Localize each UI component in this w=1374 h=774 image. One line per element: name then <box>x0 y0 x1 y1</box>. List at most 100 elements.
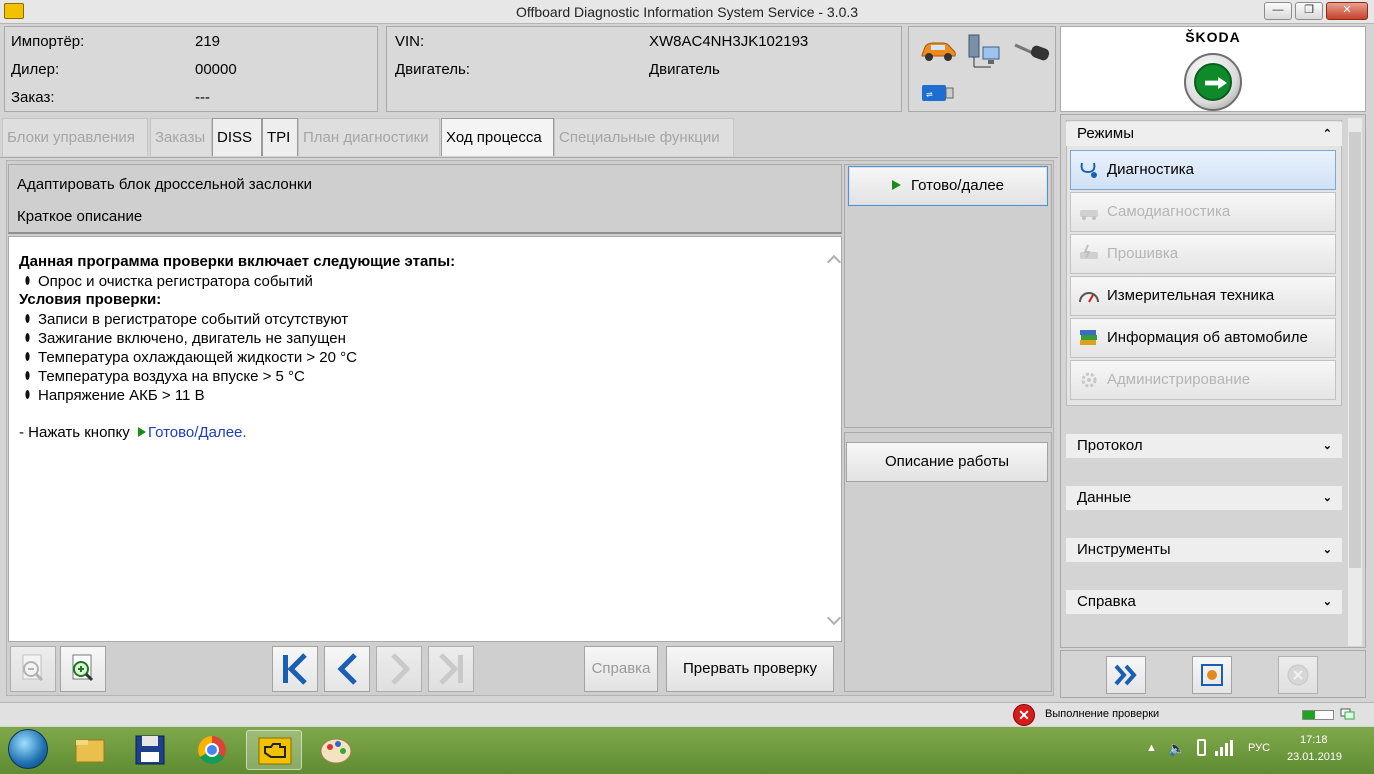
scroll-down-icon[interactable] <box>826 610 842 626</box>
paint-icon <box>320 738 352 764</box>
start-orb-icon[interactable] <box>8 729 48 769</box>
back-icon <box>337 653 357 685</box>
mode-administration[interactable]: Администрирование <box>1070 360 1336 400</box>
vin-label: VIN: <box>395 33 425 50</box>
mode-flashing[interactable]: Прошивка <box>1070 234 1336 274</box>
list-item: Температура охлаждающей жидкости > 20 °C <box>19 349 357 366</box>
forward-icon <box>391 653 411 685</box>
tab-progress[interactable]: Ход процесса <box>441 118 554 156</box>
first-step-button[interactable] <box>272 646 318 692</box>
last-icon <box>439 653 463 685</box>
modes-header[interactable]: Режимы ⌃ <box>1066 122 1342 146</box>
connection-icons-panel: ⇌ <box>908 26 1056 112</box>
brand-name: ŠKODA <box>1185 29 1241 45</box>
clock-time[interactable]: 17:18 <box>1300 734 1328 746</box>
usb-icon[interactable]: ⇌ <box>921 83 955 103</box>
explorer-icon <box>75 739 105 763</box>
protocol-section-header[interactable]: Протокол ⌄ <box>1066 434 1342 458</box>
tray-expand-icon[interactable]: ▲ <box>1146 742 1157 754</box>
gauge-icon <box>1079 292 1099 303</box>
scroll-up-icon[interactable] <box>826 254 842 270</box>
window-title: Offboard Diagnostic Information System S… <box>515 4 859 20</box>
chevron-down-icon: ⌄ <box>1322 544 1332 556</box>
sidebar-scroll-thumb[interactable] <box>1349 132 1361 568</box>
list-item: Температура воздуха на впуске > 5 °C <box>19 368 305 385</box>
zoom-in-button[interactable] <box>60 646 106 692</box>
vin-value: XW8AC4NH3JK102193 <box>649 33 809 50</box>
help-button[interactable]: Справка <box>584 646 658 692</box>
tools-section-header[interactable]: Инструменты ⌄ <box>1066 538 1342 562</box>
taskbar-chrome[interactable] <box>184 730 240 770</box>
list-item: Зажигание включено, двигатель не запущен <box>19 330 346 347</box>
svg-text:⇌: ⇌ <box>926 90 933 99</box>
mode-measurement[interactable]: Измерительная техника <box>1070 276 1336 316</box>
forward-fast-button[interactable] <box>1106 656 1146 694</box>
error-icon[interactable]: ✕ <box>1013 704 1035 726</box>
close-circle-icon <box>1287 664 1309 686</box>
conditions-heading: Условия проверки: <box>19 291 162 308</box>
mode-diagnostics[interactable]: Диагностика <box>1070 150 1336 190</box>
back-button[interactable] <box>324 646 370 692</box>
ready-next-link[interactable]: Готово/Далее. <box>148 424 247 441</box>
last-step-button[interactable] <box>428 646 474 692</box>
title-bar: Offboard Diagnostic Information System S… <box>0 0 1374 24</box>
minimize-button[interactable]: — <box>1264 2 1292 20</box>
network-icon[interactable] <box>967 33 1003 71</box>
data-section-header[interactable]: Данные ⌄ <box>1066 486 1342 510</box>
taskbar-odis[interactable] <box>246 730 302 770</box>
taskbar-paint[interactable] <box>308 730 364 770</box>
dealer-value: 00000 <box>195 61 237 78</box>
screenshot-button[interactable] <box>1192 656 1232 694</box>
tab-orders[interactable]: Заказы <box>150 118 212 156</box>
dealer-info-panel: Импортёр: 219 Дилер: 00000 Заказ: --- <box>4 26 378 112</box>
exit-button[interactable] <box>1278 656 1318 694</box>
status-bar <box>0 702 1374 726</box>
order-value: --- <box>195 89 210 106</box>
car-icon[interactable] <box>919 37 957 63</box>
car-flash-icon <box>1080 244 1098 259</box>
list-item: Записи в регистраторе событий отсутствую… <box>19 311 348 328</box>
abort-test-button[interactable]: Прервать проверку <box>666 646 834 692</box>
mode-self-diagnostics[interactable]: Самодиагностика <box>1070 192 1336 232</box>
procedure-header: Адаптировать блок дроссельной заслонки К… <box>8 164 842 234</box>
zoom-out-button[interactable] <box>10 646 56 692</box>
status-text: Выполнение проверки <box>1045 708 1160 720</box>
car-icon <box>1080 210 1098 220</box>
close-button[interactable]: ✕ <box>1326 2 1368 20</box>
brand-logo-panel: ŠKODA <box>1060 26 1366 112</box>
help-section-header[interactable]: Справка ⌄ <box>1066 590 1342 614</box>
chevron-down-icon: ⌄ <box>1322 440 1332 452</box>
importer-value: 219 <box>195 33 221 50</box>
taskbar-save[interactable] <box>122 730 178 770</box>
zoom-out-icon <box>22 654 44 682</box>
clock-date[interactable]: 23.01.2019 <box>1287 751 1342 763</box>
tab-special-functions[interactable]: Специальные функции <box>554 118 734 156</box>
key-icon[interactable] <box>1013 39 1051 63</box>
chrome-icon <box>198 736 226 764</box>
mode-vehicle-info[interactable]: Информация об автомобиле <box>1070 318 1336 358</box>
battery-icon[interactable] <box>1197 739 1206 756</box>
engine-value: Двигатель <box>649 61 720 78</box>
volume-icon[interactable]: 🔈 <box>1168 740 1185 757</box>
taskbar-explorer[interactable] <box>62 730 118 770</box>
language-indicator[interactable]: РУС <box>1248 742 1270 754</box>
tab-tpi[interactable]: TPI <box>262 118 298 156</box>
procedure-title: Адаптировать блок дроссельной заслонки <box>17 176 312 193</box>
work-description-button[interactable]: Описание работы <box>846 442 1048 482</box>
tab-diagnostic-plan[interactable]: План диагностики <box>298 118 440 156</box>
chevron-up-icon: ⌃ <box>1322 128 1332 140</box>
dealer-label: Дилер: <box>11 61 60 78</box>
first-icon <box>283 653 307 685</box>
status-progress <box>1302 710 1334 720</box>
list-item: Опрос и очистка регистратора событий <box>19 273 313 290</box>
double-chevron-right-icon <box>1114 664 1137 686</box>
restore-button[interactable]: ❐ <box>1295 2 1323 20</box>
chevron-down-icon: ⌄ <box>1322 492 1332 504</box>
network-signal-icon[interactable] <box>1214 739 1234 757</box>
steps-heading: Данная программа проверки включает следу… <box>19 253 456 270</box>
tab-control-units[interactable]: Блоки управления <box>2 118 148 156</box>
tab-diss[interactable]: DISS <box>212 118 262 156</box>
ready-next-button[interactable]: Готово/далее <box>848 166 1048 206</box>
forward-button[interactable] <box>376 646 422 692</box>
chevron-down-icon: ⌄ <box>1322 596 1332 608</box>
